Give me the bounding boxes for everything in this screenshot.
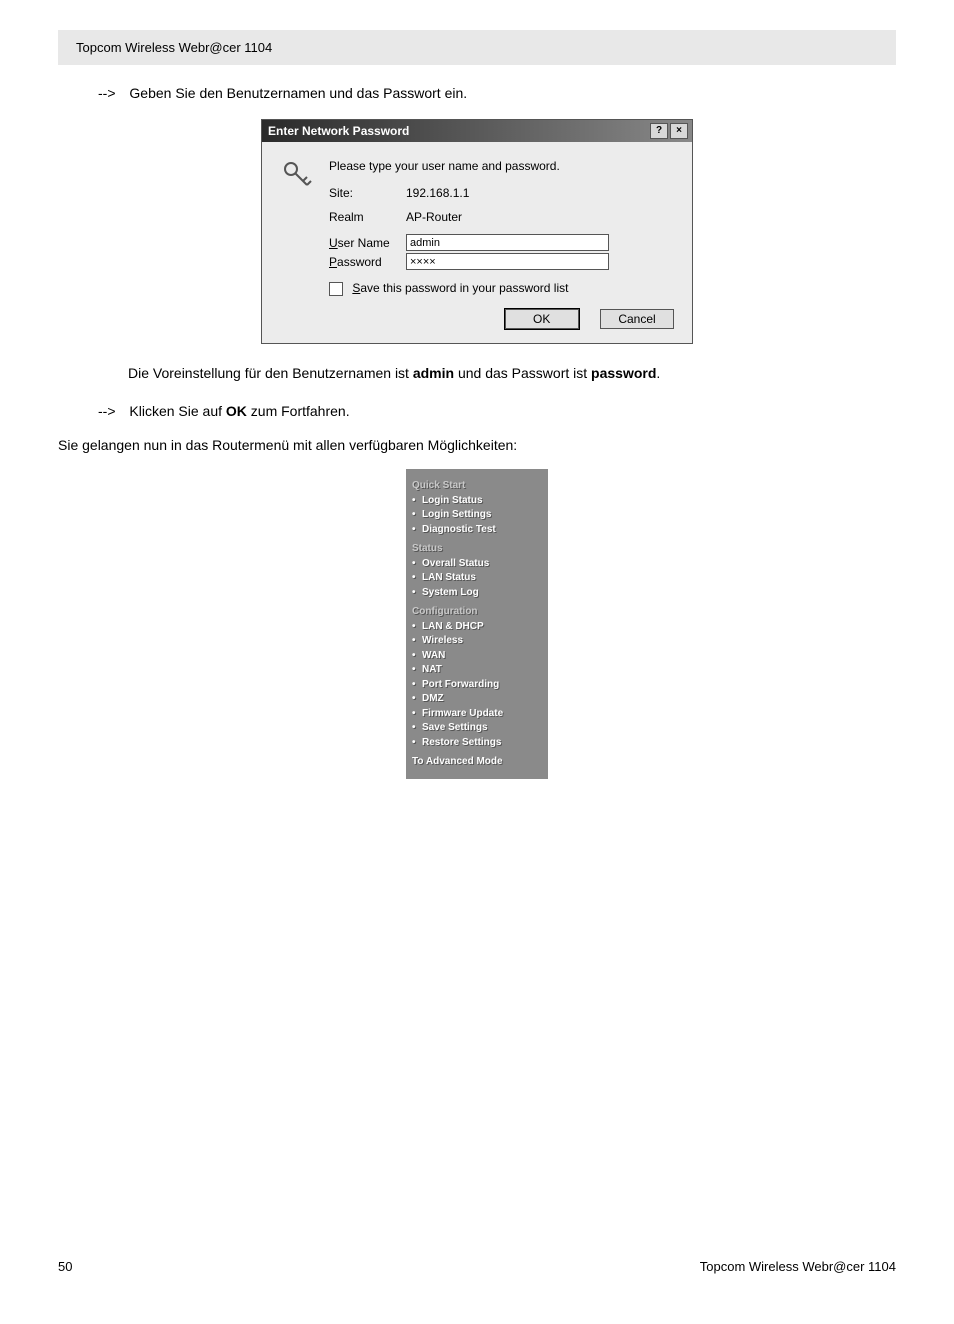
menu-item[interactable]: System Log: [412, 586, 542, 600]
password-input[interactable]: [406, 253, 609, 270]
menu-item[interactable]: Save Settings: [412, 721, 542, 735]
menu-advanced-mode[interactable]: To Advanced Mode: [412, 755, 542, 769]
site-value: 192.168.1.1: [405, 185, 610, 201]
arrow-icon: -->: [98, 403, 116, 419]
menu-item[interactable]: Login Settings: [412, 508, 542, 522]
save-password-label: Save this password in your password list: [352, 281, 568, 295]
close-button[interactable]: ×: [670, 123, 688, 139]
menu-item[interactable]: DMZ: [412, 692, 542, 706]
arrow-icon: -->: [98, 85, 116, 101]
help-button[interactable]: ?: [650, 123, 668, 139]
dialog-titlebar: Enter Network Password ? ×: [262, 120, 692, 142]
key-icon: [281, 159, 313, 191]
footer: 50 Topcom Wireless Webr@cer 1104: [58, 1259, 896, 1274]
menu-item[interactable]: Login Status: [412, 494, 542, 508]
menu-item[interactable]: LAN & DHCP: [412, 620, 542, 634]
save-password-checkbox[interactable]: [329, 282, 343, 296]
username-input[interactable]: [406, 234, 609, 251]
menu-item[interactable]: NAT: [412, 663, 542, 677]
menu-item[interactable]: Port Forwarding: [412, 678, 542, 692]
header-bar: Topcom Wireless Webr@cer 1104: [58, 30, 896, 65]
realm-value: AP-Router: [405, 209, 610, 225]
site-label: Site:: [328, 185, 405, 201]
header-title: Topcom Wireless Webr@cer 1104: [76, 40, 272, 55]
instruction-line-2: --> Klicken Sie auf OK zum Fortfahren.: [98, 403, 896, 419]
page-number: 50: [58, 1259, 72, 1274]
menu-item[interactable]: Wireless: [412, 634, 542, 648]
menu-section-quickstart: Quick Start: [412, 479, 542, 493]
username-label: User Name: [328, 233, 405, 252]
instruction-line-1: --> Geben Sie den Benutzernamen und das …: [98, 85, 896, 101]
menu-section-status: Status: [412, 542, 542, 556]
menu-item[interactable]: Firmware Update: [412, 707, 542, 721]
cancel-button[interactable]: Cancel: [600, 309, 674, 329]
ok-button[interactable]: OK: [505, 309, 579, 329]
menu-item[interactable]: Restore Settings: [412, 736, 542, 750]
footer-title: Topcom Wireless Webr@cer 1104: [700, 1259, 896, 1274]
menu-item[interactable]: Diagnostic Test: [412, 523, 542, 537]
router-menu: Quick Start Login Status Login Settings …: [406, 469, 548, 779]
menu-item[interactable]: WAN: [412, 649, 542, 663]
menu-section-configuration: Configuration: [412, 605, 542, 619]
menu-item[interactable]: LAN Status: [412, 571, 542, 585]
defaults-text: Die Voreinstellung für den Benutzernamen…: [128, 364, 896, 384]
network-password-dialog: Enter Network Password ? × Please type y…: [261, 119, 693, 344]
password-label: Password: [328, 252, 405, 271]
dialog-title: Enter Network Password: [268, 124, 648, 138]
dialog-prompt: Please type your user name and password.: [328, 158, 610, 185]
menu-item[interactable]: Overall Status: [412, 557, 542, 571]
instruction-line-3: Sie gelangen nun in das Routermenü mit a…: [58, 437, 896, 453]
instruction-text-1: Geben Sie den Benutzernamen und das Pass…: [129, 85, 467, 101]
realm-label: Realm: [328, 209, 405, 225]
